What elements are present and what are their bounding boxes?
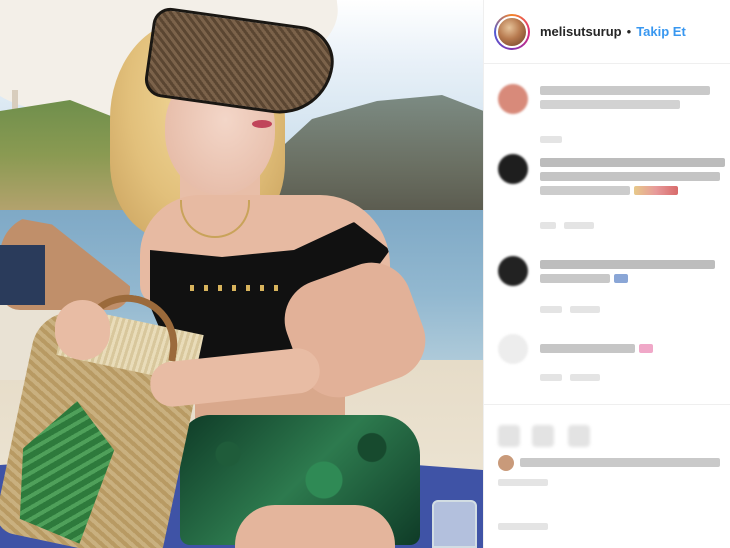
comment-reply-blurred[interactable] [570,374,600,381]
share-icon[interactable] [568,425,590,447]
comment-text-blurred [540,344,635,353]
comment-text-blurred [540,274,610,283]
post-photo[interactable] [0,0,483,548]
avatar[interactable] [496,15,528,48]
header-separator: • [626,24,632,39]
comment-meta-blurred [540,222,556,229]
comment-avatar[interactable] [498,84,528,114]
comment-reply-blurred[interactable] [564,222,594,229]
comment-avatar[interactable] [498,256,528,286]
photo-leg [235,505,395,548]
post-date-blurred [498,523,548,530]
likes-extra-blurred [498,479,548,486]
photo-glass [432,500,477,548]
comment-text-blurred [540,260,715,269]
comment-text-blurred [540,100,680,109]
post-actions-bar [484,404,730,548]
profile-avatar-ring[interactable] [494,13,530,50]
likes-text-blurred [520,458,720,467]
comment-text-blurred [540,186,630,195]
photo-hand [55,300,110,360]
liker-avatar-blurred[interactable] [498,455,514,471]
username-link[interactable]: melisutsurup [540,24,622,39]
comment-reply-blurred[interactable] [570,306,600,313]
comment-emoji-blurred [639,344,653,353]
follow-button[interactable]: Takip Et [636,24,686,39]
comment-avatar[interactable] [498,154,528,184]
post-header: melisutsurup • Takip Et [484,0,730,64]
comment-emoji-blurred [634,186,678,195]
comment-text-blurred [540,158,725,167]
photo-bystander-suit [0,245,45,305]
comment-meta-blurred [540,306,562,313]
heart-icon[interactable] [498,425,520,447]
comment-text-blurred [540,86,710,95]
comment-meta-blurred [540,374,562,381]
comment-text-blurred [540,172,720,181]
comment-emoji-blurred [614,274,628,283]
post-sidebar: melisutsurup • Takip Et [483,0,730,548]
photo-top-studs [190,285,280,291]
photo-lips [252,120,272,128]
comments-list [484,64,730,404]
comment-meta-blurred [540,136,562,143]
comment-avatar[interactable] [498,334,528,364]
comment-icon[interactable] [532,425,554,447]
